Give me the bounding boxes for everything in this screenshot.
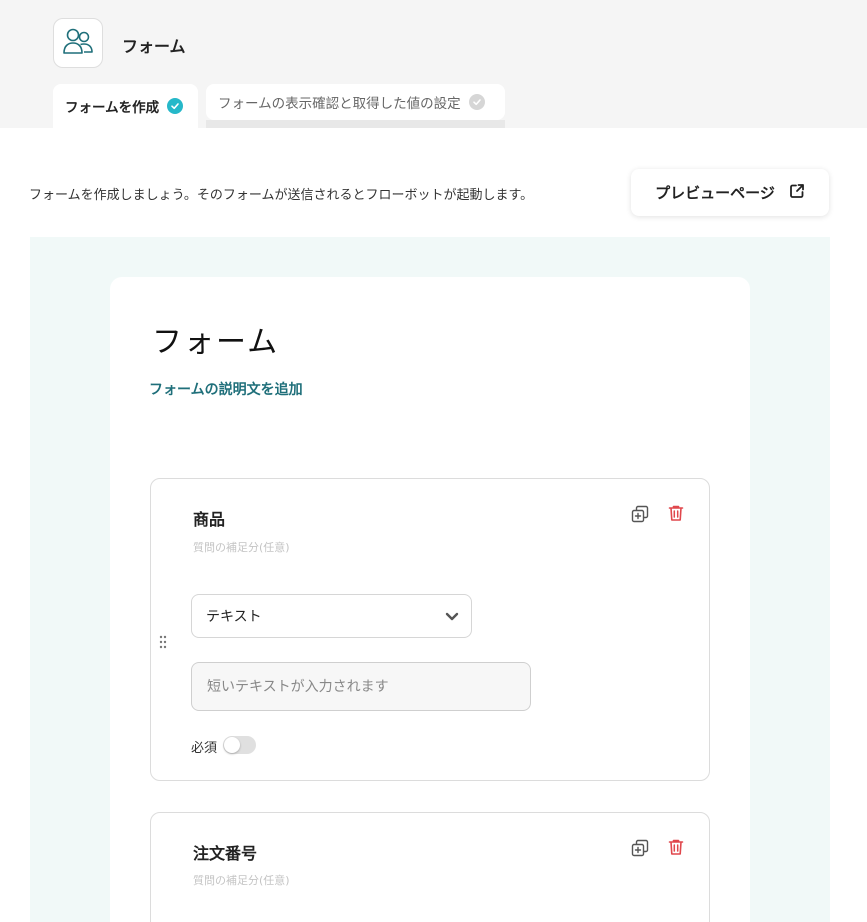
app-title: フォーム (122, 37, 186, 56)
add-description-link[interactable]: フォームの説明文を追加 (149, 379, 303, 399)
preview-page-button[interactable]: プレビューページ (631, 169, 829, 216)
short-text-answer-input[interactable] (191, 662, 531, 711)
question-hint[interactable]: 質問の補足分(任意) (193, 539, 290, 555)
question-hint[interactable]: 質問の補足分(任意) (193, 872, 290, 888)
trash-icon[interactable] (666, 503, 686, 523)
check-circle-icon (468, 94, 485, 110)
top-bar: フォーム フォームを作成 フォームの表示確認と取得した値の設定 (0, 0, 867, 128)
drag-handle-icon[interactable] (159, 634, 167, 649)
check-circle-icon (167, 98, 184, 114)
form-title[interactable]: フォーム (152, 317, 279, 361)
tab-display-and-values[interactable]: フォームの表示確認と取得した値の設定 (206, 84, 505, 120)
tab-label: フォームの表示確認と取得した値の設定 (218, 96, 461, 112)
question-title[interactable]: 注文番号 (193, 840, 257, 864)
trash-icon[interactable] (666, 837, 686, 857)
preview-button-label: プレビューページ (655, 184, 775, 202)
tab-create-form[interactable]: フォームを作成 (53, 84, 198, 128)
tab-underline (206, 120, 505, 128)
chevron-down-icon (445, 609, 459, 627)
select-value: テキスト (206, 609, 262, 625)
toggle-knob (224, 737, 240, 753)
question-title[interactable]: 商品 (193, 506, 225, 530)
intro-text: フォームを作成しましょう。そのフォームが送信されるとフローボットが起動します。 (29, 188, 534, 203)
users-icon (62, 27, 94, 59)
duplicate-icon[interactable] (630, 504, 650, 524)
required-toggle[interactable] (223, 736, 256, 754)
question-card[interactable]: 注文番号 質問の補足分(任意) (150, 812, 710, 922)
question-type-select[interactable]: テキスト (191, 594, 472, 638)
tab-label: フォームを作成 (65, 100, 160, 116)
external-link-icon (789, 183, 805, 203)
required-label: 必須 (191, 741, 218, 756)
app-icon-box (53, 18, 103, 68)
duplicate-icon[interactable] (630, 838, 650, 858)
